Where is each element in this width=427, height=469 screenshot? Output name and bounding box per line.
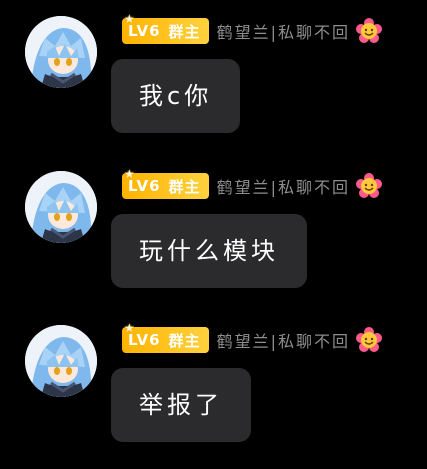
chat-message-list: ★ LV6 群主 鹤望兰|私聊不回 我c你 ★ LV6 群主 鹤望兰|私聊不回 … [0,0,427,469]
sender-nickname[interactable]: 鹤望兰|私聊不回 [217,174,350,198]
avatar-image [25,171,97,243]
message-header: ★ LV6 群主 鹤望兰|私聊不回 [122,12,382,46]
chat-message: ★ LV6 群主 鹤望兰|私聊不回 举报了 [0,309,427,449]
message-bubble[interactable]: 我c你 [111,59,241,133]
role-label: 群主 [168,22,201,41]
sender-nickname[interactable]: 鹤望兰|私聊不回 [217,328,350,352]
role-label: 群主 [168,177,201,196]
avatar[interactable] [25,171,97,243]
avatar[interactable] [25,325,97,397]
star-icon: ★ [124,12,136,26]
avatar-image [25,325,97,397]
message-header: ★ LV6 群主 鹤望兰|私聊不回 [122,321,382,355]
flower-emoji-icon [355,173,382,199]
avatar[interactable] [25,16,97,88]
sender-nickname[interactable]: 鹤望兰|私聊不回 [217,19,350,43]
message-bubble[interactable]: 举报了 [111,368,251,442]
chat-message: ★ LV6 群主 鹤望兰|私聊不回 我c你 [0,0,427,140]
avatar-image [25,16,97,88]
star-icon: ★ [124,167,136,181]
flower-emoji-icon [355,18,382,44]
flower-emoji-icon [355,327,382,353]
message-header: ★ LV6 群主 鹤望兰|私聊不回 [122,167,382,201]
group-owner-badge: ★ LV6 群主 [122,321,209,353]
group-owner-badge: ★ LV6 群主 [122,167,209,199]
group-owner-badge: ★ LV6 群主 [122,12,209,44]
message-bubble[interactable]: 玩什么模块 [111,214,307,288]
role-label: 群主 [168,331,201,350]
star-icon: ★ [124,321,136,335]
chat-message: ★ LV6 群主 鹤望兰|私聊不回 玩什么模块 [0,155,427,295]
